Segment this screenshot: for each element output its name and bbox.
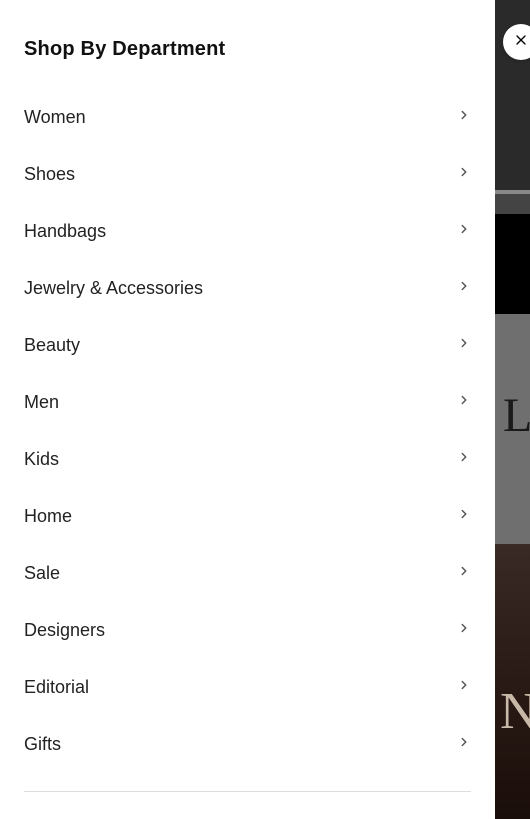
menu-item-women[interactable]: Women [24, 89, 471, 146]
menu-item-label: Shoes [24, 164, 75, 185]
menu-item-home[interactable]: Home [24, 488, 471, 545]
menu-item-label: Editorial [24, 677, 89, 698]
menu-item-gifts[interactable]: Gifts [24, 716, 471, 773]
navigation-drawer: Shop By Department Women Shoes Handbags … [0, 0, 495, 819]
chevron-right-icon [457, 393, 471, 412]
menu-item-label: Sale [24, 563, 60, 584]
chevron-right-icon [457, 735, 471, 754]
chevron-right-icon [457, 564, 471, 583]
menu-item-label: Kids [24, 449, 59, 470]
chevron-right-icon [457, 621, 471, 640]
menu-item-label: Home [24, 506, 72, 527]
menu-item-men[interactable]: Men [24, 374, 471, 431]
menu-item-label: Men [24, 392, 59, 413]
menu-item-handbags[interactable]: Handbags [24, 203, 471, 260]
chevron-right-icon [457, 165, 471, 184]
chevron-right-icon [457, 222, 471, 241]
backdrop-segment [495, 214, 530, 314]
backdrop-segment [495, 190, 530, 194]
chevron-right-icon [457, 678, 471, 697]
close-icon [513, 32, 529, 53]
menu-item-label: Gifts [24, 734, 61, 755]
chevron-right-icon [457, 507, 471, 526]
menu-item-shoes[interactable]: Shoes [24, 146, 471, 203]
menu-item-designers[interactable]: Designers [24, 602, 471, 659]
menu-item-label: Handbags [24, 221, 106, 242]
divider [24, 791, 471, 792]
chevron-right-icon [457, 108, 471, 127]
backdrop-letter: N [500, 682, 530, 741]
menu-item-label: Beauty [24, 335, 80, 356]
chevron-right-icon [457, 279, 471, 298]
menu-item-label: Jewelry & Accessories [24, 278, 203, 299]
menu-item-label: Women [24, 107, 86, 128]
menu-item-editorial[interactable]: Editorial [24, 659, 471, 716]
chevron-right-icon [457, 336, 471, 355]
menu-item-sale[interactable]: Sale [24, 545, 471, 602]
chevron-right-icon [457, 450, 471, 469]
department-menu: Women Shoes Handbags Jewelry & Accessori… [24, 89, 471, 773]
backdrop-letter: L [503, 388, 530, 436]
menu-item-jewelry[interactable]: Jewelry & Accessories [24, 260, 471, 317]
menu-item-label: Designers [24, 620, 105, 641]
menu-item-beauty[interactable]: Beauty [24, 317, 471, 374]
drawer-title: Shop By Department [24, 38, 471, 61]
menu-item-kids[interactable]: Kids [24, 431, 471, 488]
